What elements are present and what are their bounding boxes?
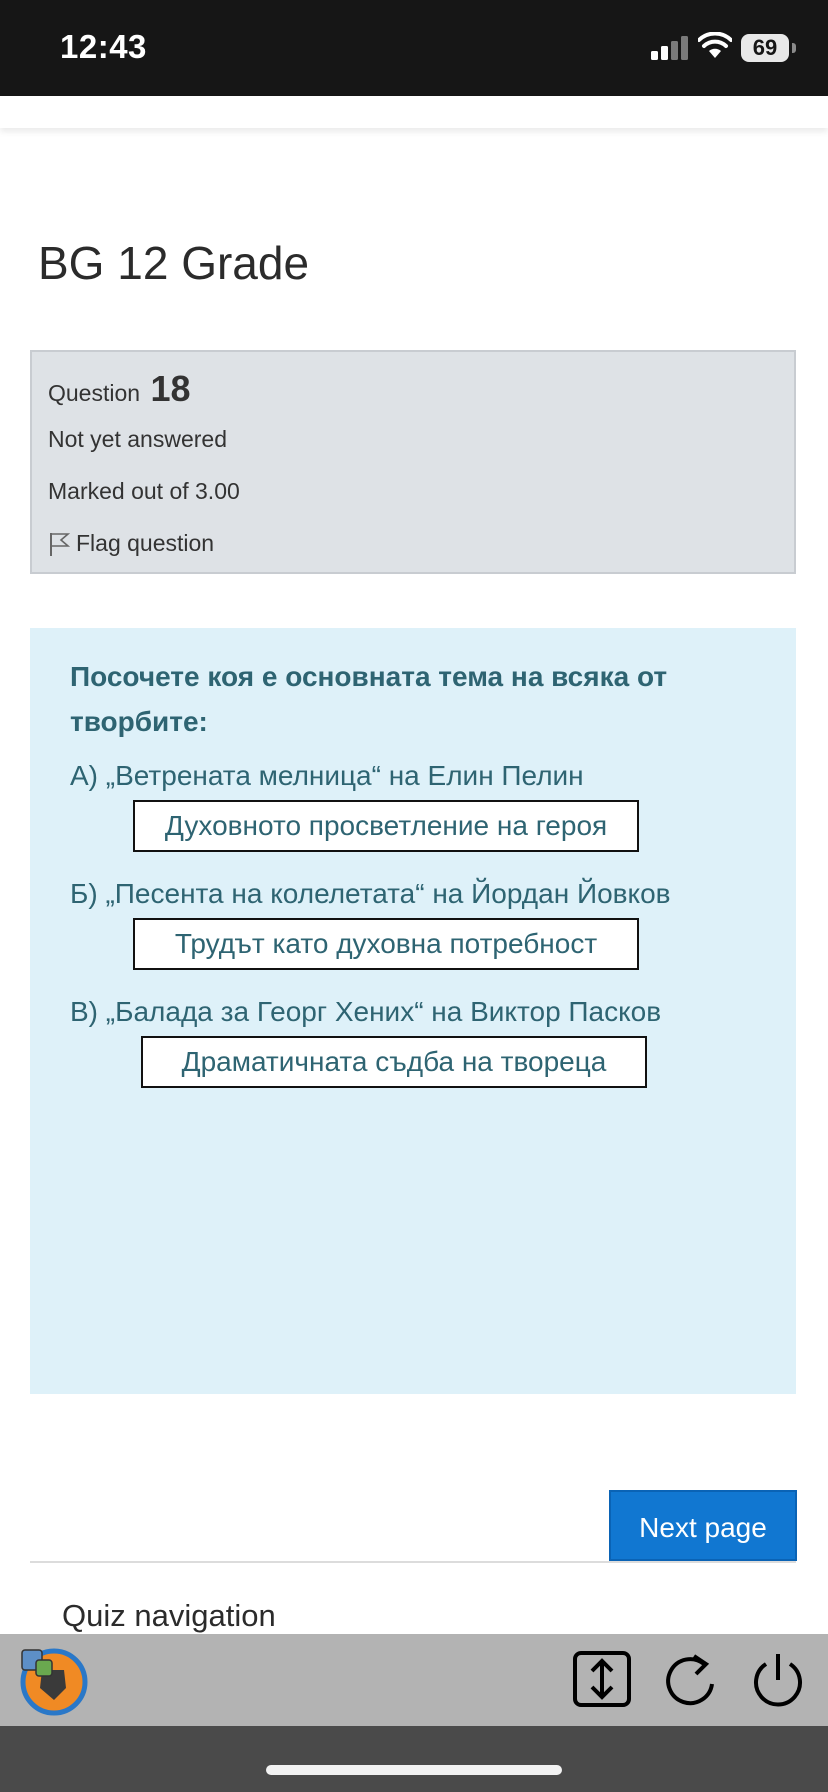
- marked-out-of: Marked out of 3.00: [48, 478, 240, 504]
- divider: [30, 1561, 796, 1563]
- item-a-answer[interactable]: Духовното просветление на героя: [133, 800, 639, 852]
- item-a-text: А) „Ветрената мелница“ на Елин Пелин: [70, 760, 584, 791]
- signal-icon: [651, 36, 688, 60]
- status-bar: 12:43 69: [0, 0, 828, 96]
- page-title: BG 12 Grade: [38, 237, 310, 289]
- reload-icon[interactable]: [660, 1650, 720, 1710]
- item-b-answer[interactable]: Трудът като духовна потребност: [133, 918, 639, 970]
- scroll-icon[interactable]: [572, 1650, 632, 1708]
- battery-icon: 69: [741, 34, 789, 62]
- item-c-text: В) „Балада за Георг Хених“ на Виктор Пас…: [70, 996, 662, 1027]
- flag-icon: [50, 532, 70, 556]
- power-icon[interactable]: [747, 1650, 809, 1712]
- status-time: 12:43: [60, 28, 147, 65]
- question-info: Question 18 Not yet answered Marked out …: [30, 350, 796, 574]
- app-logo-icon[interactable]: [14, 1644, 90, 1716]
- item-c-answer[interactable]: Драматичната съдба на твореца: [141, 1036, 647, 1088]
- question-prompt: Посочете коя е основната тема на всяка о…: [70, 661, 668, 737]
- answer-state: Not yet answered: [48, 426, 227, 452]
- home-area: [0, 1726, 828, 1792]
- question-content: Посочете коя е основната тема на всяка о…: [30, 628, 796, 1394]
- question-number: 18: [150, 368, 191, 409]
- flag-question-link[interactable]: Flag question: [48, 530, 214, 557]
- item-b-text: Б) „Песента на колелетата“ на Йордан Йов…: [70, 878, 671, 909]
- home-indicator[interactable]: [266, 1765, 562, 1775]
- quiz-navigation-heading: Quiz navigation: [62, 1598, 276, 1633]
- question-number-line: Question 18: [48, 368, 191, 410]
- battery-cap: [792, 43, 796, 53]
- header-strip: [0, 96, 828, 128]
- question-label: Question: [48, 380, 141, 406]
- next-page-button[interactable]: Next page: [609, 1490, 797, 1561]
- wifi-icon: [698, 32, 732, 58]
- flag-question-label: Flag question: [76, 530, 215, 556]
